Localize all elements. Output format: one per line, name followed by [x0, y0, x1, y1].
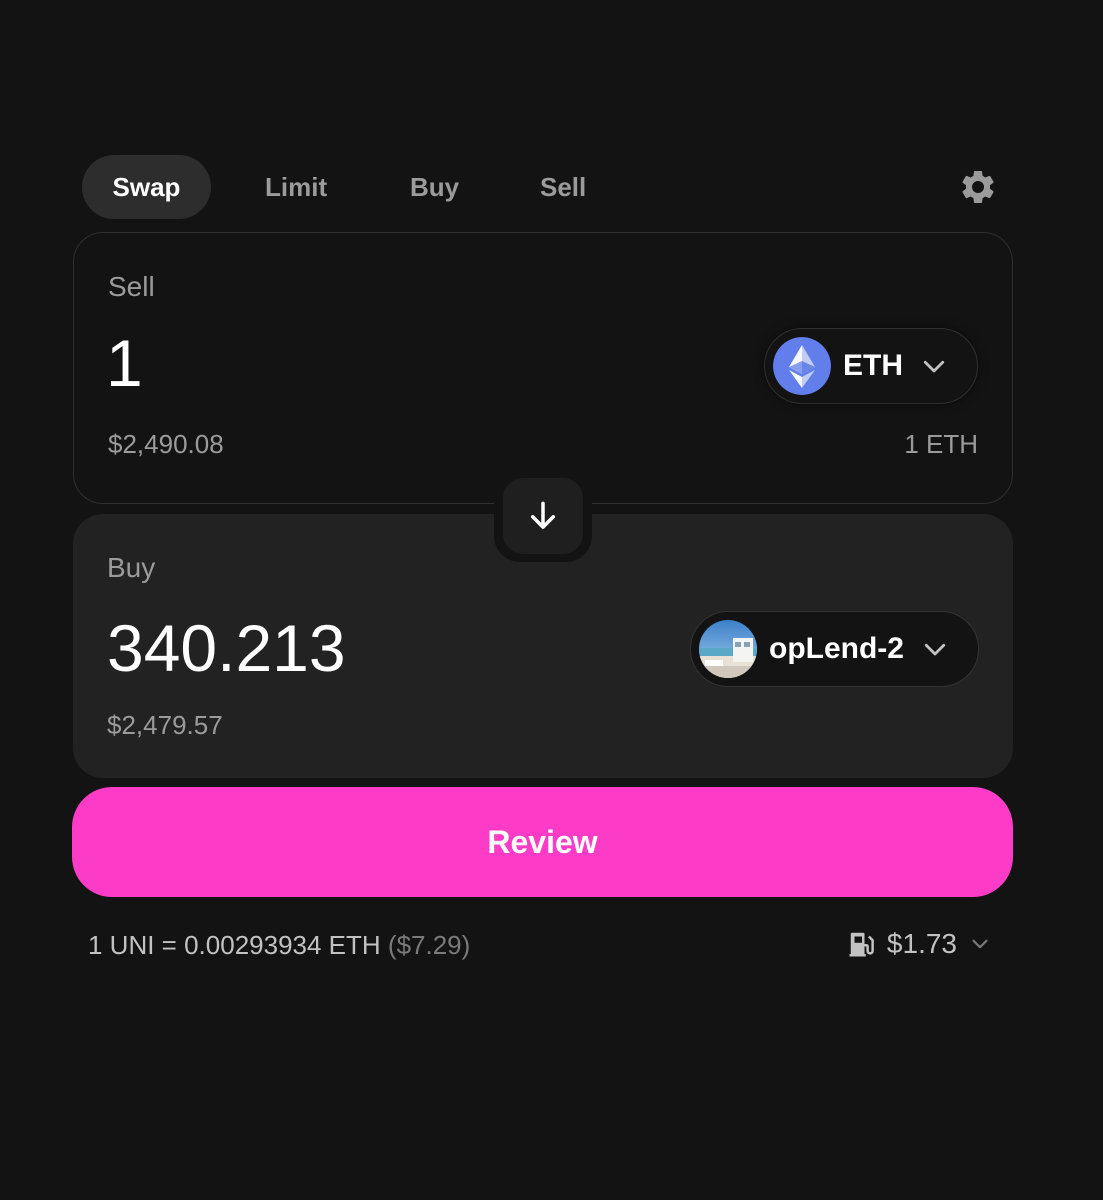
exchange-rate[interactable]: 1 UNI = 0.00293934 ETH ($7.29): [88, 930, 470, 961]
buy-amount-input[interactable]: 340.213: [107, 610, 346, 686]
buy-label: Buy: [107, 552, 156, 583]
buy-token-symbol: opLend-2: [769, 632, 904, 665]
switch-tokens-button[interactable]: [503, 478, 583, 554]
sell-token-selector[interactable]: ETH: [764, 328, 978, 404]
gas-pump-icon: [849, 932, 874, 957]
tab-buy[interactable]: Buy: [410, 155, 459, 219]
ethereum-icon: [773, 337, 831, 395]
sell-token-balance[interactable]: 1 ETH: [904, 429, 978, 460]
switch-tokens-wrapper: [494, 472, 592, 562]
chevron-down-icon: [924, 643, 946, 656]
sell-usd-value: $2,490.08: [108, 429, 224, 459]
tab-swap[interactable]: Swap: [82, 155, 211, 219]
gas-fee-toggle[interactable]: $1.73: [847, 928, 993, 960]
tab-sell[interactable]: Sell: [540, 155, 586, 219]
sell-token-symbol: ETH: [843, 349, 903, 382]
gas-fee-value: $1.73: [886, 928, 957, 959]
buy-usd-value: $2,479.57: [107, 710, 223, 740]
chevron-down-icon: [923, 360, 945, 373]
chevron-down-icon: [972, 939, 988, 949]
tab-limit[interactable]: Limit: [265, 155, 327, 219]
tab-bar: Swap Limit Buy Sell: [82, 155, 1002, 219]
sell-label: Sell: [108, 271, 155, 302]
buy-token-selector[interactable]: opLend-2: [690, 611, 979, 687]
sell-amount-input[interactable]: 1: [106, 325, 143, 401]
oplend-token-image: [699, 620, 757, 678]
sell-panel: Sell 1 ETH $2,490.08 1 ETH: [73, 232, 1013, 504]
review-button[interactable]: Review: [72, 787, 1013, 897]
arrow-down-icon: [530, 501, 556, 529]
settings-gear-icon[interactable]: [958, 167, 998, 207]
exchange-rate-text: 1 UNI = 0.00293934 ETH: [88, 930, 381, 960]
exchange-rate-usd: ($7.29): [387, 930, 471, 960]
